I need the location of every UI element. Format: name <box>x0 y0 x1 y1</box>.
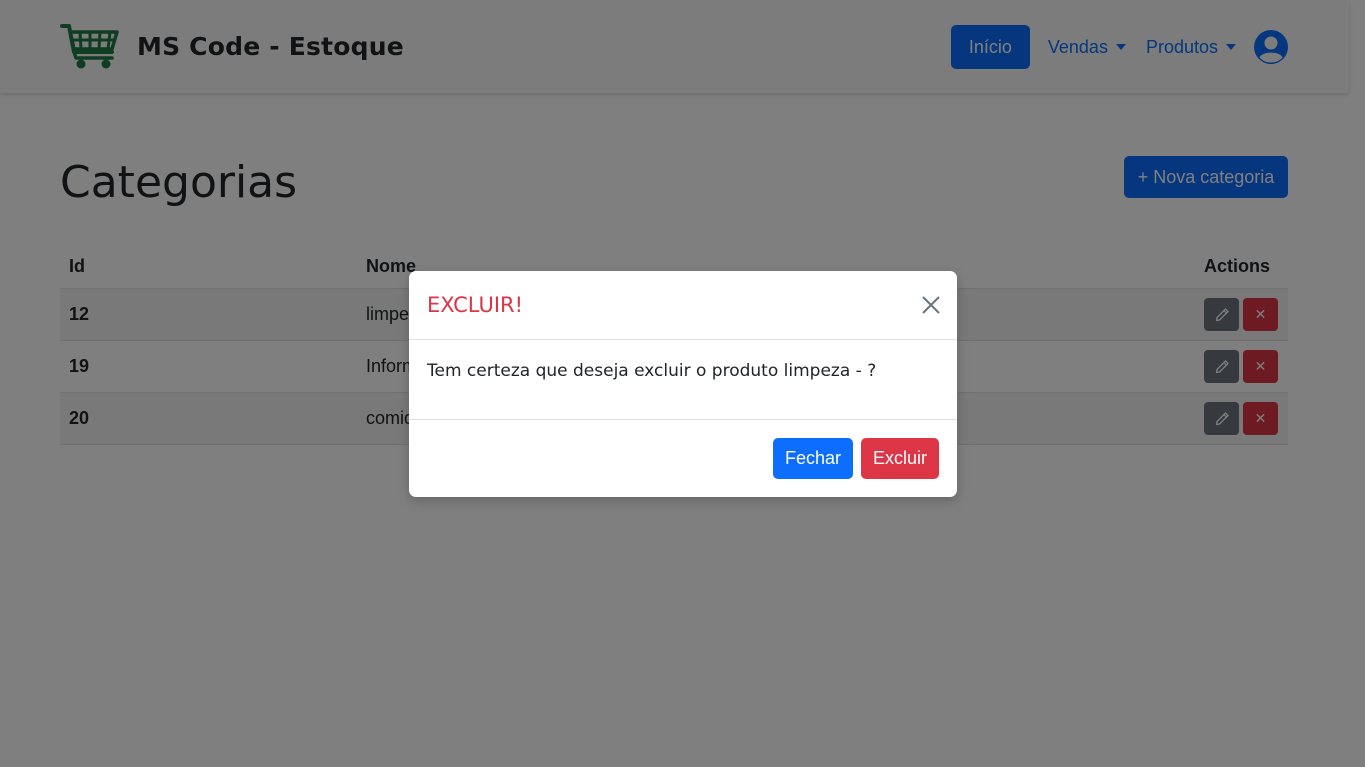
modal-header: EXCLUIR! <box>409 271 957 340</box>
confirm-delete-button[interactable]: Excluir <box>861 438 939 479</box>
delete-confirm-modal: EXCLUIR! Tem certeza que deseja excluir … <box>409 271 957 497</box>
modal-message: Tem certeza que deseja excluir o produto… <box>427 361 877 381</box>
close-icon[interactable] <box>921 295 941 315</box>
modal-footer: Fechar Excluir <box>409 419 957 498</box>
modal-title: EXCLUIR! <box>427 293 524 317</box>
close-button[interactable]: Fechar <box>773 438 853 479</box>
